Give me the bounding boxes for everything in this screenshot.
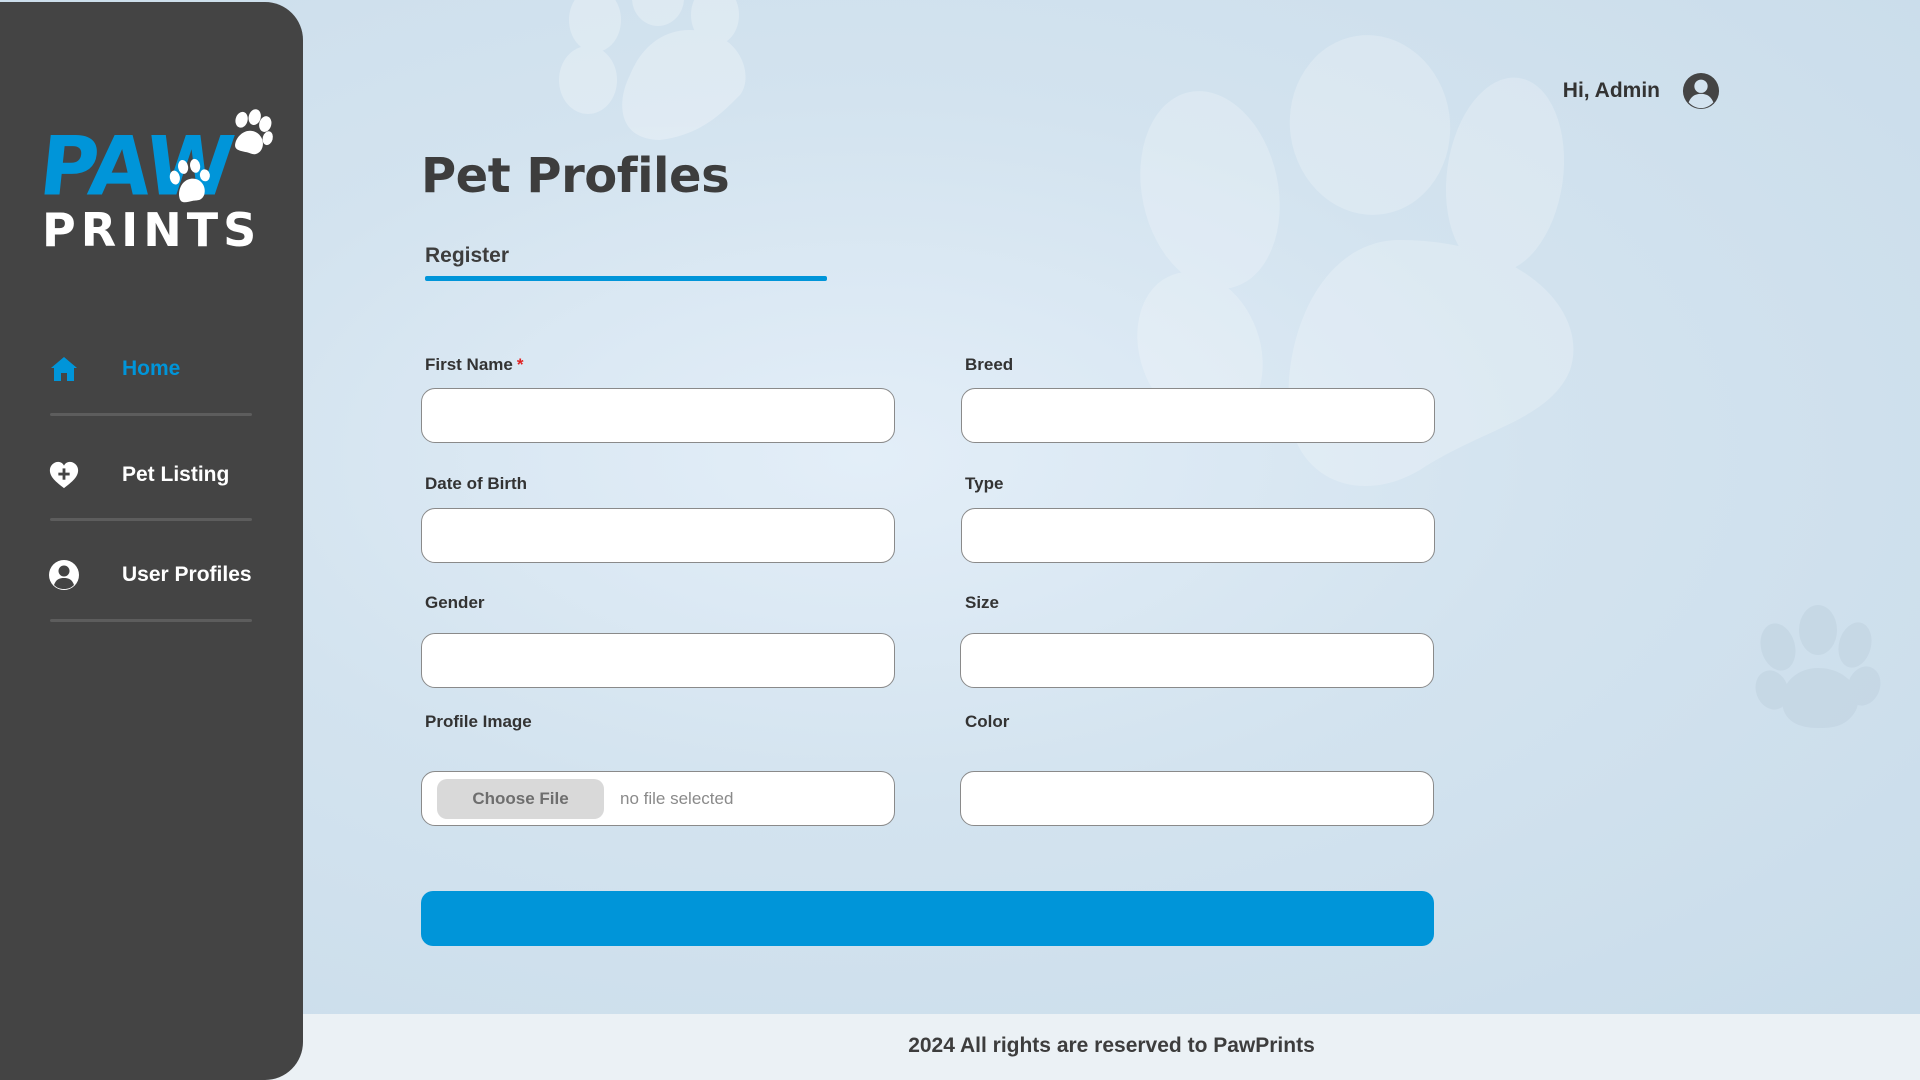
sidebar-item-label: Pet Listing (122, 463, 230, 486)
size-label: Size (965, 593, 1000, 612)
tab-active-indicator (425, 276, 827, 281)
sidebar-item-label: User Profiles (122, 563, 252, 586)
paw-icon (169, 158, 210, 203)
sidebar: PAW PRINTS Home Pet Listing User Profile… (0, 2, 303, 1080)
size-field[interactable] (960, 633, 1434, 688)
user-greeting[interactable]: Hi, Admin (1563, 72, 1720, 110)
required-indicator: * (516, 355, 524, 374)
profile-image-file-input[interactable]: Choose File no file selected (421, 771, 895, 826)
color-field[interactable] (960, 771, 1434, 826)
first-name-field[interactable] (421, 388, 895, 443)
user-circle-icon (48, 559, 80, 591)
logo-prints-text: PRINTS (42, 203, 262, 257)
sidebar-item-user-profiles[interactable]: User Profiles (48, 550, 252, 600)
choose-file-button[interactable]: Choose File (437, 778, 604, 819)
color-label: Color (965, 712, 1010, 731)
nav-divider (50, 619, 252, 622)
nav-divider (50, 518, 252, 521)
footer-copyright: 2024 All rights are reserved to PawPrint… (908, 1034, 1315, 1057)
paw-icon (235, 109, 273, 155)
date-of-birth-field[interactable] (421, 508, 895, 563)
first-name-label: First Name * (425, 355, 524, 375)
breed-field[interactable] (961, 388, 1435, 443)
profile-image-label: Profile Image (425, 712, 532, 731)
type-label: Type (965, 474, 1004, 493)
greeting-text: Hi, Admin (1562, 79, 1660, 102)
gender-label: Gender (425, 593, 485, 612)
sidebar-item-pet-listing[interactable]: Pet Listing (48, 450, 229, 500)
pawprints-logo[interactable]: PAW PRINTS (35, 107, 280, 257)
user-circle-icon[interactable] (1682, 72, 1720, 110)
first-name-label-text: First Name (425, 355, 513, 374)
tab-register-label: Register (425, 244, 510, 267)
sidebar-item-home[interactable]: Home (48, 344, 180, 394)
page-title: Pet Profiles (421, 148, 730, 204)
home-icon (48, 353, 80, 385)
date-of-birth-label: Date of Birth (425, 474, 527, 493)
tab-register[interactable]: Register (425, 244, 827, 284)
submit-button[interactable] (421, 891, 1434, 946)
heart-plus-icon (48, 459, 80, 491)
gender-field[interactable] (421, 633, 895, 688)
file-status-text: no file selected (620, 788, 734, 808)
type-field[interactable] (961, 508, 1435, 563)
sidebar-item-label: Home (122, 357, 181, 380)
nav-divider (50, 413, 252, 416)
breed-label: Breed (965, 355, 1014, 374)
